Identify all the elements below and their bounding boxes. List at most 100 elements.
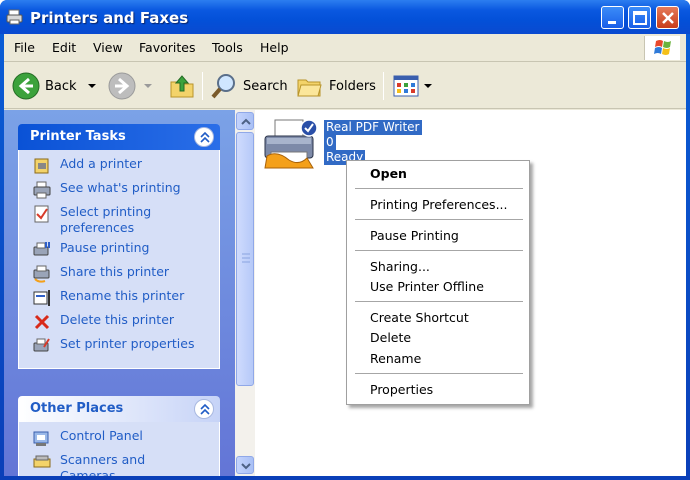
other-places-title: Other Places — [30, 401, 124, 416]
task-share-printer[interactable]: Share this printer — [33, 264, 219, 288]
menu-printing-preferences[interactable]: Printing Preferences... — [370, 197, 508, 212]
menu-use-offline[interactable]: Use Printer Offline — [370, 279, 484, 294]
printer-queue-icon — [33, 181, 51, 199]
menu-create-shortcut[interactable]: Create Shortcut — [370, 310, 469, 325]
title-bar[interactable]: Printers and Faxes — [0, 0, 690, 34]
up-folder-button[interactable] — [168, 70, 196, 102]
scroll-thumb[interactable] — [236, 132, 254, 386]
add-printer-icon — [34, 158, 49, 174]
window-client: File Edit View Favorites Tools Help Back… — [4, 34, 686, 476]
menu-open[interactable]: Open — [370, 166, 407, 181]
chevron-up-icon — [241, 118, 251, 125]
preferences-icon — [34, 205, 49, 223]
scanner-icon — [33, 455, 51, 468]
menu-edit[interactable]: Edit — [52, 40, 76, 55]
printer-tasks-panel: Printer Tasks Add a printer See what's p… — [18, 124, 220, 369]
task-label: Rename this printer — [60, 288, 185, 303]
back-button[interactable]: Back — [12, 70, 101, 102]
menu-properties[interactable]: Properties — [370, 382, 433, 397]
place-control-panel[interactable]: Control Panel — [33, 428, 219, 452]
share-printer-icon — [33, 265, 50, 283]
search-label: Search — [243, 78, 288, 94]
printer-name: Real PDF Writer — [324, 120, 422, 135]
printer-documents: 0 — [324, 135, 336, 150]
dropdown-arrow-icon[interactable] — [142, 81, 154, 91]
delete-icon — [34, 314, 50, 330]
task-label: Control Panel — [60, 428, 143, 443]
task-printer-properties[interactable]: Set printer properties — [33, 336, 219, 360]
other-places-panel: Other Places Control Panel Scanners and … — [18, 396, 220, 476]
close-button[interactable] — [656, 6, 679, 29]
maximize-button[interactable] — [628, 6, 651, 29]
task-select-preferences[interactable]: Select printing preferences — [33, 204, 219, 240]
menu-help[interactable]: Help — [260, 40, 289, 55]
menu-favorites[interactable]: Favorites — [139, 40, 195, 55]
printer-icon — [264, 119, 318, 169]
dropdown-arrow-icon[interactable] — [422, 81, 434, 91]
views-button[interactable] — [392, 70, 434, 102]
menu-separator — [355, 301, 523, 302]
menu-separator — [355, 188, 523, 189]
search-button[interactable]: Search — [210, 70, 288, 102]
collapse-button[interactable] — [194, 399, 214, 419]
toolbar: Back Search Folders — [4, 63, 686, 109]
task-see-printing[interactable]: See what's printing — [33, 180, 219, 204]
task-add-printer[interactable]: Add a printer — [33, 156, 219, 180]
toolbar-separator — [202, 72, 203, 100]
task-pane: Printer Tasks Add a printer See what's p… — [4, 110, 235, 476]
chevron-up-icon — [200, 131, 210, 143]
properties-icon — [33, 338, 50, 352]
folders-button[interactable]: Folders — [296, 70, 376, 102]
window-frame: Printers and Faxes File Edit View Favori… — [0, 0, 690, 480]
printer-labels: Real PDF Writer 0 Ready — [324, 120, 422, 165]
task-pane-scrollbar[interactable] — [235, 110, 255, 476]
printer-tasks-title: Printer Tasks — [30, 129, 126, 144]
task-delete-printer[interactable]: Delete this printer — [33, 312, 219, 336]
chevron-down-icon — [241, 463, 251, 470]
scroll-down-button[interactable] — [236, 456, 254, 474]
task-label: Share this printer — [60, 264, 170, 279]
task-label: Pause printing — [60, 240, 150, 255]
pause-printer-icon — [33, 242, 50, 256]
folders-icon — [297, 79, 322, 97]
scroll-up-button[interactable] — [236, 112, 254, 130]
printer-tasks-header[interactable]: Printer Tasks — [18, 124, 220, 150]
back-label: Back — [45, 78, 77, 94]
menu-separator — [355, 250, 523, 251]
context-menu: Open Printing Preferences... Pause Print… — [346, 160, 530, 405]
minimize-icon — [608, 21, 616, 24]
task-label: Add a printer — [60, 156, 143, 171]
menu-view[interactable]: View — [93, 40, 123, 55]
toolbar-separator — [383, 72, 384, 100]
menu-separator — [355, 373, 523, 374]
up-folder-icon — [170, 75, 194, 98]
dropdown-arrow-icon[interactable] — [85, 81, 101, 91]
menu-tools[interactable]: Tools — [212, 40, 243, 55]
maximize-icon — [633, 11, 647, 25]
menu-rename[interactable]: Rename — [370, 351, 421, 366]
forward-button[interactable] — [108, 70, 154, 102]
menu-separator — [355, 219, 523, 220]
place-scanners-cameras[interactable]: Scanners and Cameras — [33, 452, 219, 476]
menu-sharing[interactable]: Sharing... — [370, 259, 430, 274]
task-label: Delete this printer — [60, 312, 175, 327]
collapse-button[interactable] — [194, 127, 214, 147]
minimize-button[interactable] — [601, 6, 624, 29]
task-label: Set printer properties — [60, 336, 195, 351]
task-rename-printer[interactable]: Rename this printer — [33, 288, 219, 312]
search-icon — [211, 74, 235, 99]
rename-icon — [33, 290, 50, 306]
other-places-header[interactable]: Other Places — [18, 396, 220, 422]
task-label: See what's printing — [60, 180, 181, 195]
task-pause-printing[interactable]: Pause printing — [33, 240, 219, 264]
menu-pause-printing[interactable]: Pause Printing — [370, 228, 459, 243]
chevron-up-icon — [200, 403, 210, 415]
menu-bar: File Edit View Favorites Tools Help — [4, 34, 686, 62]
folders-label: Folders — [329, 78, 376, 94]
task-label: Select printing preferences — [60, 204, 152, 235]
grip-icon — [242, 253, 250, 263]
other-places-list: Control Panel Scanners and Cameras — [18, 422, 220, 476]
windows-logo — [644, 36, 680, 60]
menu-file[interactable]: File — [14, 40, 35, 55]
menu-delete[interactable]: Delete — [370, 330, 411, 345]
